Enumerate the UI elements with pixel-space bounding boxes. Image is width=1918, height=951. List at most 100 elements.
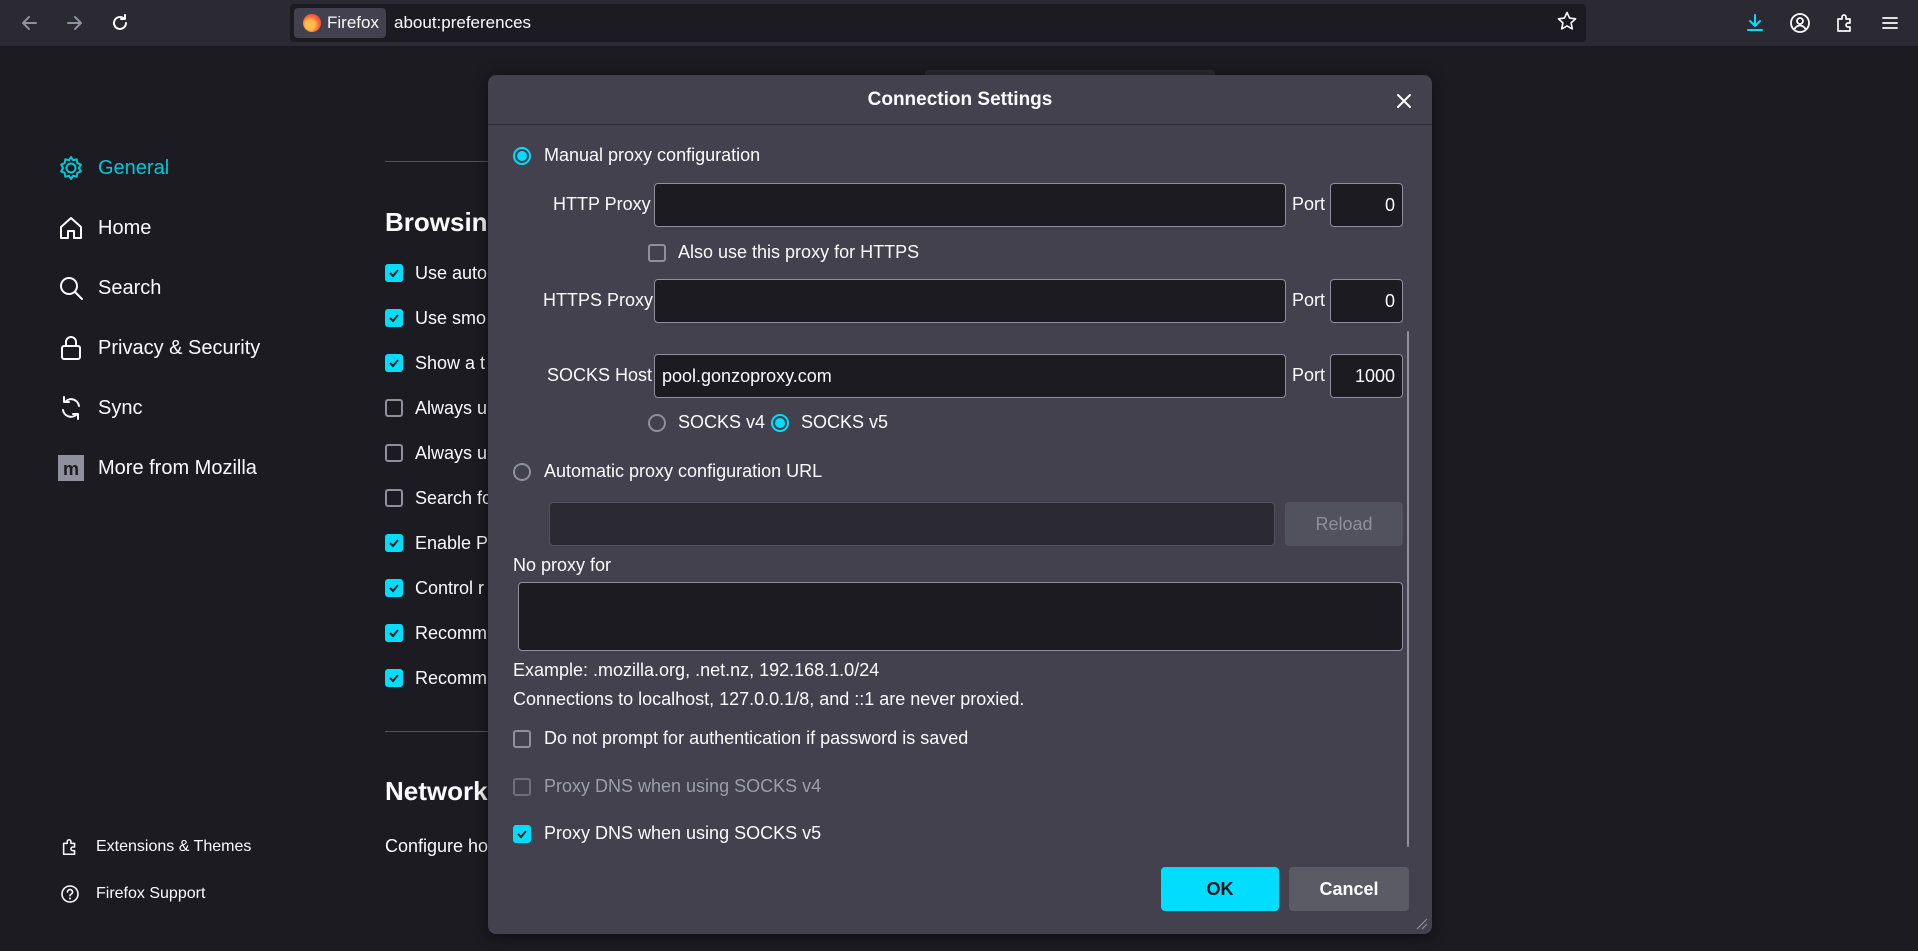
option-label: Use auto (415, 262, 488, 283)
browsing-option-row[interactable]: Use smo (385, 307, 486, 329)
browsing-option-row[interactable]: Always u (385, 397, 487, 419)
browsing-option-row[interactable]: Control r (385, 577, 484, 599)
sidebar-item-label: More from Mozilla (98, 456, 257, 479)
extensions-button[interactable] (1829, 7, 1861, 39)
checkbox[interactable] (385, 444, 403, 462)
cancel-button[interactable]: Cancel (1289, 867, 1409, 911)
manual-proxy-label[interactable]: Manual proxy configuration (544, 145, 760, 166)
socks-port-input[interactable]: 1000 (1330, 354, 1403, 398)
socks-v4-radio[interactable] (648, 414, 666, 432)
search-icon (56, 273, 86, 303)
auto-proxy-url-radio[interactable] (513, 463, 531, 481)
sidebar-item-label: General (98, 156, 170, 179)
forward-arrow-icon (67, 16, 82, 30)
also-https-checkbox[interactable] (648, 244, 666, 262)
forward-button[interactable] (58, 7, 90, 39)
no-auth-prompt-label[interactable]: Do not prompt for authentication if pass… (544, 728, 968, 749)
sidebar-footer-label: Extensions & Themes (96, 838, 252, 855)
puzzle-icon (1837, 14, 1851, 32)
socks-v5-radio[interactable] (771, 414, 789, 432)
socks-port-label: Port (1292, 365, 1326, 385)
browsing-option-row[interactable]: Search fo (385, 487, 492, 509)
checkbox[interactable] (385, 264, 403, 282)
identity-box[interactable]: Firefox (294, 8, 386, 38)
sidebar-item-sync[interactable]: Sync (56, 390, 142, 426)
browsing-option-row[interactable]: Always u (385, 442, 487, 464)
gear-icon (56, 153, 86, 183)
socks-v4-label[interactable]: SOCKS v4 (678, 412, 765, 433)
also-https-label[interactable]: Also use this proxy for HTTPS (678, 242, 919, 263)
url-bar[interactable]: Firefox about:preferences (290, 4, 1586, 42)
sidebar-item-label: Search (98, 276, 162, 299)
option-label: Search fo (415, 487, 493, 508)
sidebar-item-privacy[interactable]: Privacy & Security (56, 330, 260, 366)
checkbox[interactable] (385, 354, 403, 372)
no-proxy-label: No proxy for (513, 555, 612, 575)
connection-settings-dialog: Connection Settings Manual proxy configu… (488, 75, 1432, 934)
sidebar-footer-label: Firefox Support (96, 885, 206, 902)
sidebar-item-general[interactable]: General (56, 150, 169, 186)
bookmark-star-icon[interactable] (1556, 10, 1578, 37)
checkbox[interactable] (385, 534, 403, 552)
http-proxy-label: HTTP Proxy (553, 194, 651, 214)
checkbox[interactable] (385, 579, 403, 597)
sidebar-item-label: Home (98, 216, 152, 239)
browsing-option-row[interactable]: Recomm (385, 622, 487, 644)
ok-button[interactable]: OK (1161, 867, 1279, 911)
sidebar-item-more-from-mozilla[interactable]: m More from Mozilla (56, 450, 257, 486)
browser-toolbar: Firefox about:preferences (0, 0, 1918, 46)
downloads-button[interactable] (1739, 7, 1771, 39)
browsing-option-row[interactable]: Enable Pi (385, 532, 492, 554)
checkbox[interactable] (385, 624, 403, 642)
no-auth-prompt-checkbox[interactable] (513, 730, 531, 748)
close-icon (1397, 94, 1411, 108)
socks-host-input[interactable]: pool.gonzoproxy.com (654, 354, 1286, 398)
hamburger-menu-icon (1882, 17, 1898, 29)
proxy-dns-v5-label[interactable]: Proxy DNS when using SOCKS v5 (544, 823, 821, 844)
url-text[interactable]: about:preferences (394, 13, 531, 33)
proxy-dns-v4-label[interactable]: Proxy DNS when using SOCKS v4 (544, 776, 821, 797)
https-proxy-input[interactable] (654, 279, 1286, 323)
http-proxy-input[interactable] (654, 183, 1286, 227)
title-divider (488, 124, 1432, 125)
auto-proxy-url-input[interactable] (549, 502, 1275, 546)
network-heading: Network (385, 776, 488, 806)
resize-grip-icon[interactable] (1414, 916, 1428, 930)
checkbox[interactable] (385, 399, 403, 417)
http-port-input[interactable]: 0 (1330, 183, 1403, 227)
close-button[interactable] (1388, 85, 1420, 117)
dialog-scrollbar[interactable] (1407, 331, 1409, 847)
checkbox[interactable] (385, 309, 403, 327)
sync-icon (56, 393, 86, 423)
reload-button[interactable] (104, 7, 136, 39)
auto-proxy-url-label[interactable]: Automatic proxy configuration URL (544, 461, 822, 482)
divider (385, 161, 495, 162)
checkbox[interactable] (385, 489, 403, 507)
option-label: Always u (415, 397, 488, 418)
manual-proxy-radio[interactable] (513, 147, 531, 165)
network-description: Configure ho (385, 836, 489, 856)
browsing-option-row[interactable]: Show a t (385, 352, 485, 374)
back-button[interactable] (14, 7, 46, 39)
option-label: Use smo (415, 307, 487, 328)
checkbox[interactable] (385, 669, 403, 687)
reload-button[interactable]: Reload (1285, 502, 1403, 546)
sidebar-item-firefox-support[interactable]: Firefox Support (58, 881, 205, 907)
divider (385, 731, 495, 732)
no-proxy-textarea[interactable] (518, 582, 1403, 651)
browsing-heading: Browsing (385, 207, 504, 237)
proxy-dns-v5-checkbox[interactable] (513, 825, 531, 843)
sidebar-item-label: Sync (98, 396, 143, 419)
https-port-input[interactable]: 0 (1330, 279, 1403, 323)
https-proxy-label: HTTPS Proxy (543, 290, 654, 310)
sidebar-item-home[interactable]: Home (56, 210, 151, 246)
socks-host-label: SOCKS Host (547, 365, 653, 385)
sidebar-item-extensions-themes[interactable]: Extensions & Themes (58, 834, 251, 860)
browsing-option-row[interactable]: Recomm (385, 667, 487, 689)
proxy-dns-v4-checkbox[interactable] (513, 778, 531, 796)
menu-button[interactable] (1874, 7, 1906, 39)
account-button[interactable] (1784, 7, 1816, 39)
socks-v5-label[interactable]: SOCKS v5 (801, 412, 888, 433)
browsing-option-row[interactable]: Use auto (385, 262, 487, 284)
sidebar-item-search[interactable]: Search (56, 270, 161, 306)
